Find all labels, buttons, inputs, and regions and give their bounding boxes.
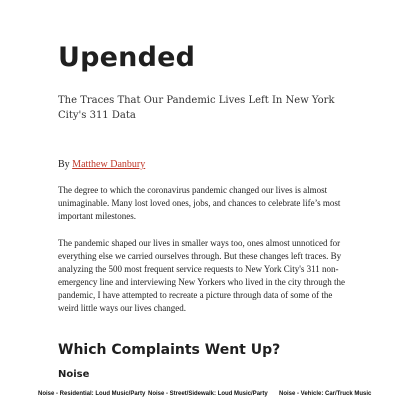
chart-title-vehicle: Noise - Vehicle: Car/Truck Music: [279, 391, 372, 397]
author-link[interactable]: Matthew Danbury: [72, 159, 145, 170]
byline: By Matthew Danbury: [58, 158, 145, 172]
byline-prefix: By: [58, 159, 73, 170]
chart-title-street-sidewalk: Noise - Street/Sidewalk: Loud Music/Part…: [148, 391, 268, 397]
section-heading: Which Complaints Went Up?: [58, 342, 281, 358]
chart-titles-row: Noise - Residential: Loud Music/Party No…: [0, 390, 400, 400]
intro-paragraph-2: The pandemic shaped our lives in smaller…: [58, 238, 346, 313]
chart-title-residential: Noise - Residential: Loud Music/Party: [38, 391, 146, 397]
page-title: Upended: [58, 42, 196, 73]
page-subtitle: The Traces That Our Pandemic Lives Left …: [58, 95, 335, 121]
subsection-heading: Noise: [58, 369, 90, 380]
intro-paragraph-1: The degree to which the coronavirus pand…: [58, 185, 341, 221]
